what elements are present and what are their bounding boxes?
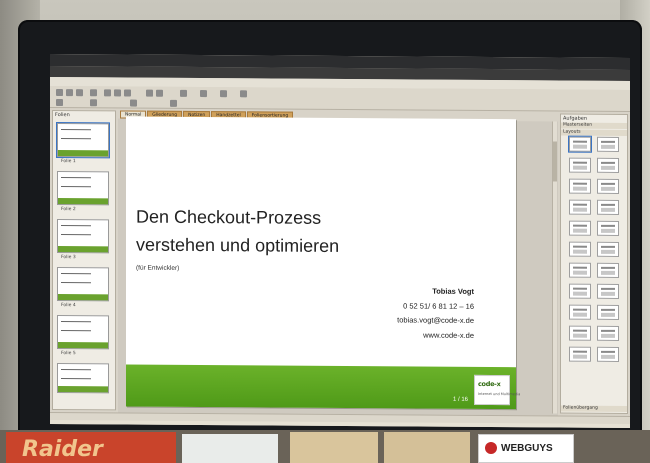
- slide-subtitle[interactable]: (für Entwickler): [136, 265, 179, 272]
- slides-pane: Folien Folie 1 Folie 2 Folie 3 Folie 4 F…: [52, 109, 116, 411]
- table-icon[interactable]: [180, 89, 187, 97]
- line-width-icon[interactable]: [90, 99, 97, 107]
- webguys-logo-icon: [485, 442, 497, 454]
- monitor: Folien Folie 1 Folie 2 Folie 3 Folie 4 F…: [18, 20, 642, 440]
- vertical-scrollbar[interactable]: [552, 121, 557, 414]
- raider-box: Raider: [6, 432, 176, 463]
- layout-option[interactable]: [597, 241, 619, 257]
- layout-option[interactable]: [569, 283, 591, 299]
- slide-canvas[interactable]: Den Checkout-Prozess verstehen und optim…: [126, 116, 520, 410]
- layout-option[interactable]: [569, 220, 591, 236]
- author-name: Tobias Vogt: [432, 286, 474, 296]
- slide-thumbnail[interactable]: [57, 171, 109, 206]
- layout-option[interactable]: [569, 325, 591, 341]
- tasks-pane: Aufgaben Masterseiten Layouts Folienüber…: [560, 113, 628, 415]
- tasks-section-layouts[interactable]: Layouts: [561, 129, 627, 137]
- layout-option[interactable]: [597, 220, 619, 236]
- layout-option[interactable]: [597, 157, 619, 173]
- save-icon[interactable]: [76, 89, 83, 97]
- zoom-icon[interactable]: [220, 90, 227, 98]
- layout-option[interactable]: [597, 283, 619, 299]
- email-address: tobias.vogt@code-x.de: [397, 315, 474, 325]
- print-icon[interactable]: [90, 89, 97, 97]
- webguys-sticker: WEBGUYS: [478, 434, 574, 463]
- website: www.code-x.de: [423, 330, 474, 340]
- layout-option[interactable]: [569, 157, 591, 173]
- tasks-section-transition[interactable]: Folienübergang: [561, 405, 627, 413]
- cut-icon[interactable]: [104, 89, 111, 97]
- shadow-icon[interactable]: [170, 99, 177, 107]
- slide-thumbnail[interactable]: [56, 122, 110, 159]
- logo-text: code-x: [478, 379, 501, 389]
- layout-grid: [568, 135, 625, 362]
- layout-option[interactable]: [569, 304, 591, 320]
- slide-thumbnail[interactable]: [57, 315, 109, 350]
- layout-option[interactable]: [569, 178, 591, 194]
- title-line-1: Den Checkout-Prozess: [136, 206, 322, 228]
- layout-option[interactable]: [569, 346, 591, 362]
- scroll-thumb[interactable]: [553, 141, 557, 182]
- slide-thumbnail[interactable]: [57, 267, 109, 302]
- undo-icon[interactable]: [146, 89, 153, 97]
- layout-option[interactable]: [569, 241, 591, 257]
- thumb-label: Folie 3: [61, 255, 76, 261]
- paste-icon[interactable]: [124, 89, 131, 97]
- slide-footer: 1 / 16: [126, 364, 516, 410]
- layout-option[interactable]: [597, 304, 619, 320]
- phone-number: 0 52 51/ 6 81 12 – 16: [403, 300, 474, 311]
- thumb-label: Folie 5: [61, 351, 76, 357]
- layout-option[interactable]: [597, 346, 619, 362]
- tan-box-2: [384, 432, 470, 463]
- layout-option[interactable]: [597, 325, 619, 341]
- layout-option[interactable]: [569, 262, 591, 278]
- code-x-logo: code-x Internet und Multimedia: [474, 374, 520, 406]
- layout-option[interactable]: [597, 136, 619, 152]
- help-icon[interactable]: [240, 90, 247, 98]
- contact-block[interactable]: Tobias Vogt 0 52 51/ 6 81 12 – 16 tobias…: [397, 284, 474, 343]
- slide-thumbnail[interactable]: [57, 363, 109, 394]
- open-icon[interactable]: [66, 89, 73, 97]
- layout-option[interactable]: [568, 135, 592, 153]
- screen: Folien Folie 1 Folie 2 Folie 3 Folie 4 F…: [50, 53, 630, 429]
- chart-icon[interactable]: [200, 90, 207, 98]
- tasks-section-master[interactable]: Masterseiten: [561, 122, 627, 130]
- slide-thumbnail[interactable]: [57, 219, 109, 254]
- new-icon[interactable]: [56, 89, 63, 97]
- thumb-label: Folie 1: [61, 159, 76, 165]
- logo-subtext: Internet und Multimedia: [478, 391, 521, 397]
- tan-box: [290, 432, 378, 463]
- webguys-label: WEBGUYS: [501, 443, 553, 454]
- slides-pane-title: Folien: [55, 112, 70, 119]
- page-number: 1 / 16: [452, 396, 468, 403]
- toolbar: [50, 85, 630, 113]
- white-box: [182, 434, 278, 463]
- layout-option[interactable]: [569, 199, 591, 215]
- thumb-label: Folie 4: [61, 303, 76, 309]
- redo-icon[interactable]: [156, 89, 163, 97]
- area-style-icon[interactable]: [130, 99, 137, 107]
- line-style-icon[interactable]: [56, 99, 63, 107]
- layout-option[interactable]: [597, 178, 619, 194]
- layout-option[interactable]: [597, 262, 619, 278]
- title-line-2: verstehen und optimieren: [136, 234, 340, 256]
- slide-title[interactable]: Den Checkout-Prozess verstehen und optim…: [136, 203, 339, 260]
- layout-option[interactable]: [597, 199, 619, 215]
- tasks-bottom: Folienübergang: [561, 405, 627, 413]
- copy-icon[interactable]: [114, 89, 121, 97]
- thumb-label: Folie 2: [61, 207, 76, 213]
